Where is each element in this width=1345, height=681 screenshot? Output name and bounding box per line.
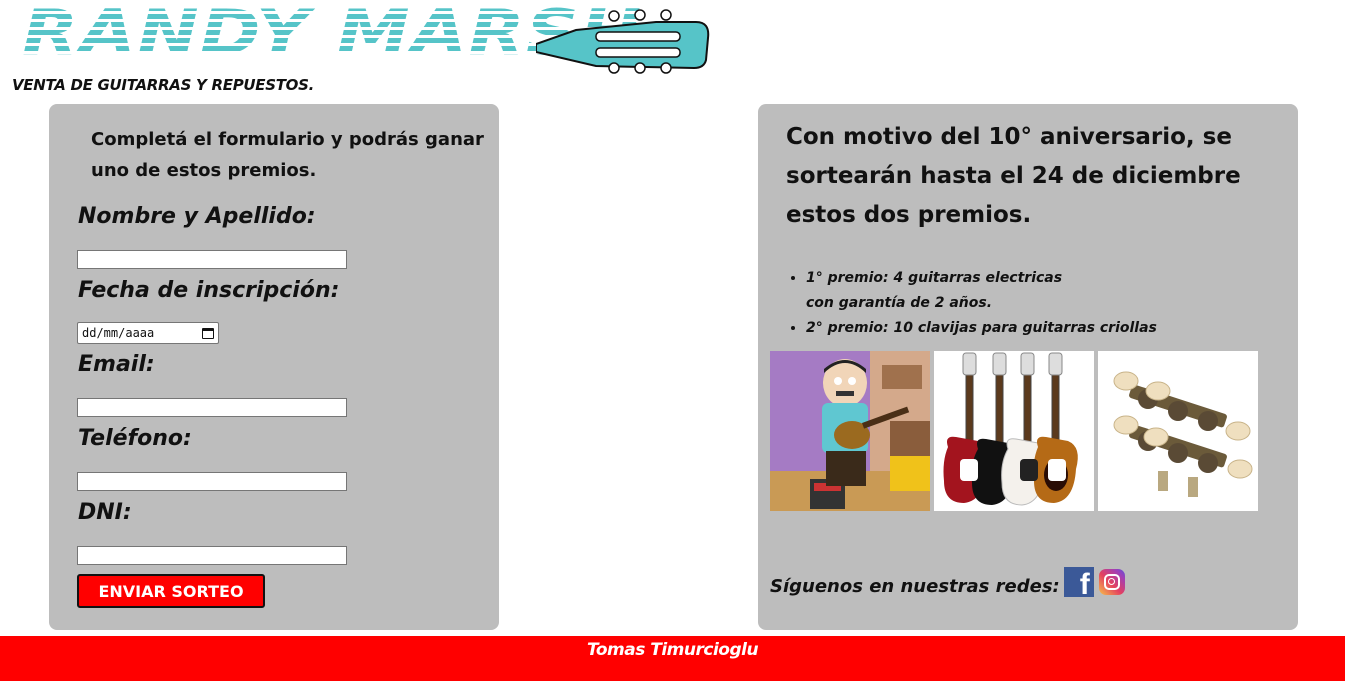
logo-tagline: VENTA DE GUITARRAS Y REPUESTOS. [12,76,315,94]
date-placeholder: dd/mm/aaaa [82,326,155,340]
prize-1-line-2: con garantía de 2 años. [806,295,993,311]
footer-author: Tomas Timurcioglu [586,640,759,660]
facebook-icon[interactable]: f [1063,566,1094,599]
promo-panel: Con motivo del 10° aniversario, se sorte… [758,104,1298,630]
phone-label: Teléfono: [78,426,192,451]
date-input[interactable]: dd/mm/aaaa [77,322,219,344]
calendar-icon[interactable] [202,327,214,339]
form-intro: Completá el formulario y podrás ganar un… [91,129,484,181]
randy-guitar-photo [770,351,930,511]
dni-input[interactable] [77,546,347,565]
footer: Tomas Timurcioglu [0,636,1345,681]
submit-raffle-button[interactable]: ENVIAR SORTEO [77,574,265,608]
date-label: Fecha de inscripción: [78,278,340,303]
raffle-form-panel: Completá el formulario y podrás ganar un… [49,104,499,630]
social-label: Síguenos en nuestras redes: [770,576,1060,597]
guitar-headstock-icon [536,9,710,74]
dni-label: DNI: [78,500,132,525]
phone-input[interactable] [77,472,347,491]
email-input[interactable] [77,398,347,417]
prize-1-line-1: 1° premio: 4 guitarras electricas [806,270,1063,286]
name-input[interactable] [77,250,347,269]
prize-item-2: 2° premio: 10 clavijas para guitarras cr… [806,316,1286,341]
prize-list: 1° premio: 4 guitarras electricas con ga… [786,266,1286,341]
instagram-icon[interactable] [1098,568,1125,595]
social-links: Síguenos en nuestras redes: f [770,566,1125,599]
email-label: Email: [78,352,155,377]
prize-item-1: 1° premio: 4 guitarras electricas con ga… [806,266,1286,316]
anniversary-announcement: Con motivo del 10° aniversario, se sorte… [786,124,1241,228]
site-logo: RANDY MARSH VENTA DE GUITARRAS Y REPUEST… [10,0,710,98]
electric-guitars-photo [934,351,1094,511]
name-label: Nombre y Apellido: [78,204,316,229]
tuning-pegs-photo [1098,351,1258,511]
